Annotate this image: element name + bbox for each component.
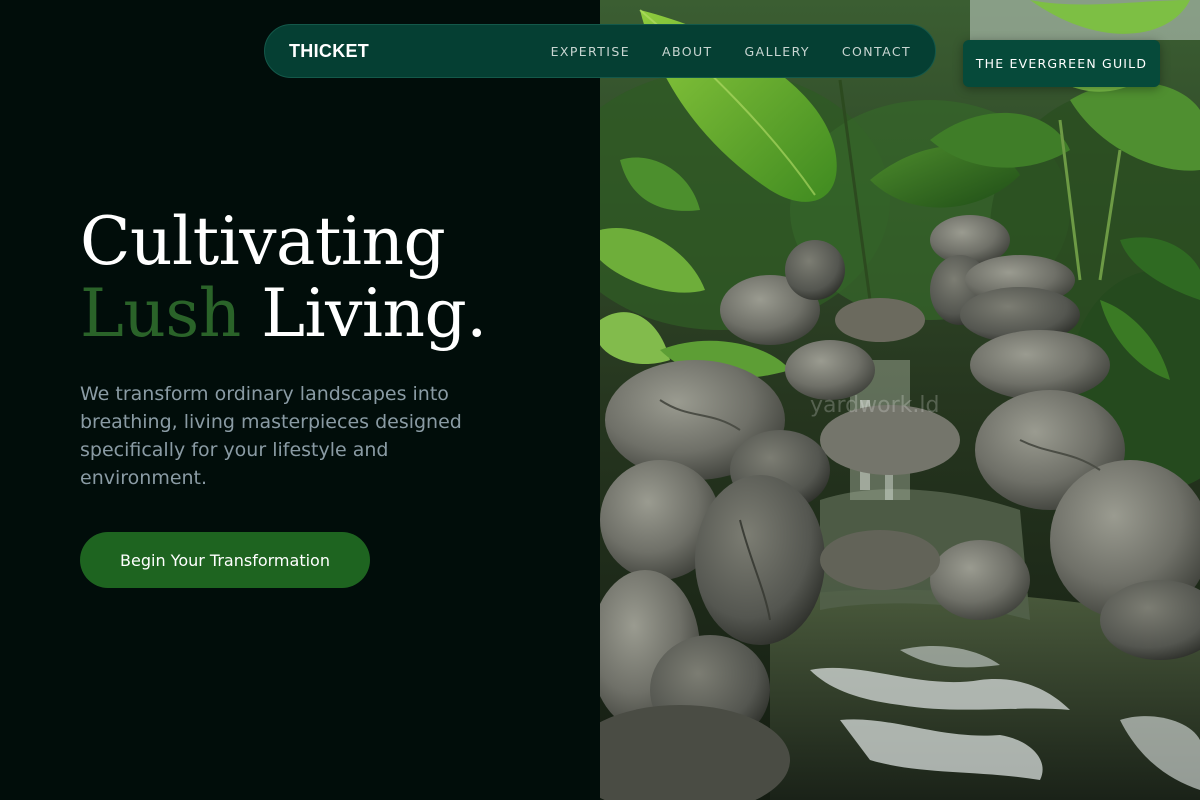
hero-title-accent: Lush <box>80 275 241 352</box>
main-nav: THICKET EXPERTISE ABOUT GALLERY CONTACT <box>264 24 936 78</box>
hero-subtitle: We transform ordinary landscapes into br… <box>80 383 462 489</box>
begin-transformation-button[interactable]: Begin Your Transformation <box>80 532 370 588</box>
nav-links: EXPERTISE ABOUT GALLERY CONTACT <box>551 44 911 59</box>
hero-title-line-2: Lush Living. <box>80 278 487 350</box>
garden-waterfall-photo: yardwork.ld <box>600 0 1200 800</box>
hero-panel: Cultivating Lush Living. We transform or… <box>0 0 600 800</box>
brand-logo[interactable]: THICKET <box>289 41 369 62</box>
nav-link-about[interactable]: ABOUT <box>662 44 713 59</box>
photo-watermark: yardwork.ld <box>810 393 939 418</box>
hero-title-rest: Living. <box>261 275 487 352</box>
nav-link-contact[interactable]: CONTACT <box>842 44 911 59</box>
evergreen-guild-button[interactable]: THE EVERGREEN GUILD <box>963 40 1160 87</box>
hero-title: Cultivating Lush Living. <box>80 206 487 350</box>
nav-link-expertise[interactable]: EXPERTISE <box>551 44 630 59</box>
hero-title-line-1: Cultivating <box>80 203 446 280</box>
nav-link-gallery[interactable]: GALLERY <box>745 44 810 59</box>
